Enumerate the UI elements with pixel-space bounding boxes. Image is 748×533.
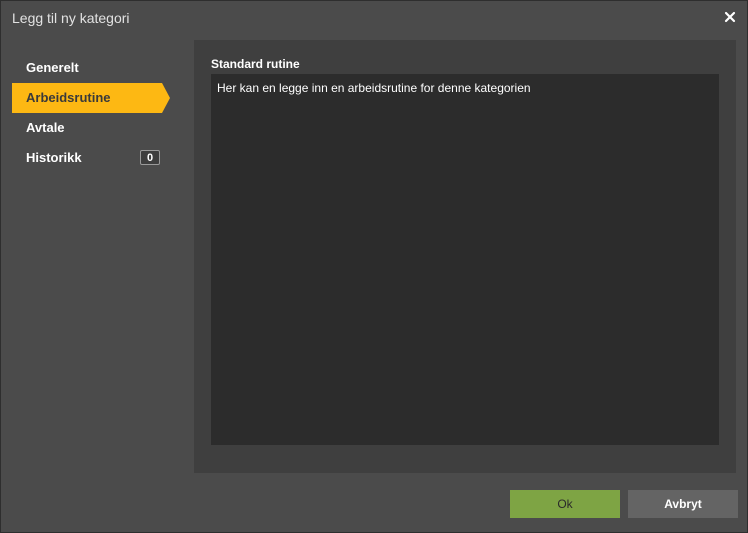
sidebar-item-generelt[interactable]: Generelt bbox=[12, 53, 177, 83]
cancel-button[interactable]: Avbryt bbox=[628, 490, 738, 518]
sidebar-item-avtale[interactable]: Avtale bbox=[12, 113, 177, 143]
ok-button[interactable]: Ok bbox=[510, 490, 620, 518]
sidebar-item-label: Historikk bbox=[26, 150, 82, 165]
routine-textarea[interactable]: Her kan en legge inn en arbeidsrutine fo… bbox=[211, 74, 719, 445]
sidebar-item-arbeidsrutine[interactable]: Arbeidsrutine bbox=[12, 83, 170, 113]
dialog-title: Legg til ny kategori bbox=[12, 10, 130, 26]
dialog: Legg til ny kategori Generelt Arbeidsrut… bbox=[0, 0, 748, 533]
sidebar-item-historikk[interactable]: Historikk 0 bbox=[12, 143, 177, 173]
sidebar-nav: Generelt Arbeidsrutine Avtale Historikk … bbox=[12, 53, 177, 173]
sidebar-item-label: Arbeidsrutine bbox=[26, 90, 111, 105]
dialog-titlebar: Legg til ny kategori bbox=[1, 1, 747, 34]
sidebar-item-label: Avtale bbox=[26, 120, 65, 135]
historikk-count-badge: 0 bbox=[140, 150, 160, 165]
content-panel: Standard rutine Her kan en legge inn en … bbox=[194, 40, 736, 473]
standard-routine-label: Standard rutine bbox=[211, 57, 300, 71]
close-icon[interactable] bbox=[723, 10, 737, 24]
sidebar-item-label: Generelt bbox=[26, 60, 79, 75]
